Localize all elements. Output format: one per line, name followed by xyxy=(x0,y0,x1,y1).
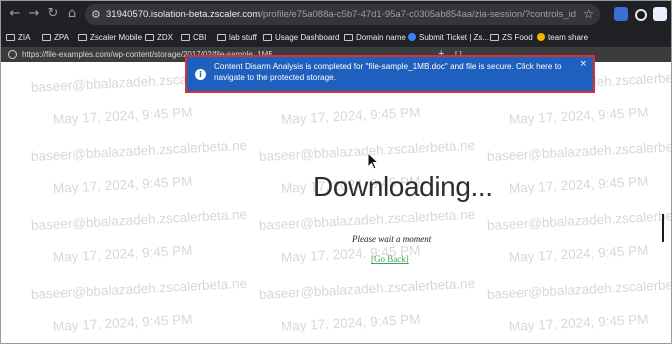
watermark-date: May 17, 2024, 9:45 PM xyxy=(280,311,421,334)
watermark-date: May 17, 2024, 9:45 PM xyxy=(508,104,649,127)
bookmark-lab-stuff[interactable]: lab stuff xyxy=(217,31,257,44)
bookmark-usage-dashboard[interactable]: Usage Dashboard xyxy=(263,31,339,44)
drive-icon xyxy=(537,33,545,41)
star-icon[interactable]: ☆ xyxy=(583,6,594,22)
watermark-email: baseer@bbalazadeh.zscalerbeta.ne xyxy=(486,206,671,233)
bookmark-label: Domain name xyxy=(356,33,406,42)
folder-icon xyxy=(181,34,190,41)
watermark-date: May 17, 2024, 9:45 PM xyxy=(52,311,193,334)
watermark-email: baseer@bbalazadeh.zscalerbeta.ne xyxy=(30,137,248,164)
go-back-link[interactable]: [Go Back] xyxy=(371,253,409,265)
watermark-date: May 17, 2024, 9:45 PM xyxy=(280,104,421,127)
bookmark-zscaler-mobile[interactable]: Zscaler Mobile xyxy=(78,31,142,44)
bookmark-zia[interactable]: ZIA xyxy=(6,31,30,44)
bookmark-label: Submit Ticket | Zs... xyxy=(419,33,490,42)
watermark-date: May 17, 2024, 9:45 PM xyxy=(52,242,193,265)
bookmark-zpa[interactable]: ZPA xyxy=(42,31,69,44)
bookmark-label: CBI xyxy=(193,33,207,42)
bookmark-label: Usage Dashboard xyxy=(275,33,340,42)
watermark-email: baseer@bbalazadeh.zscalerbeta.ne xyxy=(30,206,248,233)
bookmark-label: ZS Food xyxy=(502,33,533,42)
folder-icon xyxy=(145,34,154,41)
bookmark-label: ZDX xyxy=(157,33,173,42)
watermark-email: baseer@bbalazadeh.zscalerbeta.ne xyxy=(30,275,248,302)
bookmark-team-share[interactable]: team share xyxy=(537,31,588,44)
folder-icon xyxy=(263,34,272,41)
downloading-heading: Downloading... xyxy=(313,171,493,202)
watermark-email: baseer@bbalazadeh.zscalerbeta.ne xyxy=(486,275,671,302)
isolated-page-content: baseer@bbalazadeh.zscalerbeta.ne baseer@… xyxy=(1,62,671,343)
ticket-icon xyxy=(408,33,416,41)
globe-icon xyxy=(8,50,17,59)
bookmark-label: ZIA xyxy=(18,33,31,42)
folder-icon xyxy=(490,34,499,41)
address-bar-row: ← → ↻ ⌂ ⚙ 31940570.isolation-beta.zscale… xyxy=(1,1,671,28)
arrow-right-icon[interactable]: → xyxy=(26,5,42,23)
folder-icon xyxy=(344,34,353,41)
cda-notification-banner[interactable]: i Content Disarm Analysis is completed f… xyxy=(185,55,595,93)
bookmark-cbi[interactable]: CBI xyxy=(181,31,206,44)
bookmark-label: Zscaler Mobile xyxy=(90,33,143,42)
extension-icon[interactable] xyxy=(635,9,647,21)
bookmark-label: team share xyxy=(548,33,589,42)
notification-text[interactable]: Content Disarm Analysis is completed for… xyxy=(214,62,579,83)
bookmark-label: lab stuff xyxy=(229,33,257,42)
url-path: /profile/e75a088a-c5b7-47d1-95a7-c0305ab… xyxy=(260,9,576,20)
close-icon[interactable]: × xyxy=(579,59,587,69)
arrow-left-icon[interactable]: ← xyxy=(7,5,23,23)
browser-window: ← → ↻ ⌂ ⚙ 31940570.isolation-beta.zscale… xyxy=(0,0,672,344)
extension-icon[interactable] xyxy=(614,7,628,21)
watermark-email: baseer@bbalazadeh.zscalerbeta.ne xyxy=(258,275,476,302)
folder-icon xyxy=(78,34,87,41)
watermark-date: May 17, 2024, 9:45 PM xyxy=(52,104,193,127)
url-text[interactable]: 31940570.isolation-beta.zscaler.com/prof… xyxy=(106,8,576,22)
bookmark-zdx[interactable]: ZDX xyxy=(145,31,173,44)
reload-icon[interactable]: ↻ xyxy=(45,5,61,23)
watermark-date: May 17, 2024, 9:45 PM xyxy=(52,173,193,196)
bookmark-domain-name[interactable]: Domain name xyxy=(344,31,406,44)
bookmark-label: ZPA xyxy=(54,33,69,42)
wait-message: Please wait a moment xyxy=(352,234,432,244)
bookmark-zs-food[interactable]: ZS Food xyxy=(490,31,533,44)
watermark-email: baseer@bbalazadeh.zscalerbeta.ne xyxy=(258,206,476,233)
lock-icon[interactable]: ⚙ xyxy=(91,7,101,22)
bookmark-submit-ticket[interactable]: Submit Ticket | Zs... xyxy=(408,31,489,44)
info-icon: i xyxy=(195,69,206,80)
mouse-cursor-icon xyxy=(367,152,379,170)
omnibox[interactable]: ⚙ 31940570.isolation-beta.zscaler.com/pr… xyxy=(85,4,600,25)
folder-icon xyxy=(42,34,51,41)
folder-icon xyxy=(6,34,15,41)
scrollbar[interactable] xyxy=(662,214,664,242)
folder-icon xyxy=(217,34,226,41)
watermark-email: baseer@bbalazadeh.zscalerbeta.ne xyxy=(486,137,671,164)
watermark-date: May 17, 2024, 9:45 PM xyxy=(508,242,649,265)
home-icon[interactable]: ⌂ xyxy=(64,5,80,23)
bookmarks-bar: ZIA ZPA Zscaler Mobile ZDX CBI lab stuff… xyxy=(1,28,671,48)
watermark-date: May 17, 2024, 9:45 PM xyxy=(508,311,649,334)
watermark-date: May 17, 2024, 9:45 PM xyxy=(508,173,649,196)
url-host: 31940570.isolation-beta.zscaler.com xyxy=(106,9,261,20)
extension-icon[interactable] xyxy=(653,7,667,21)
